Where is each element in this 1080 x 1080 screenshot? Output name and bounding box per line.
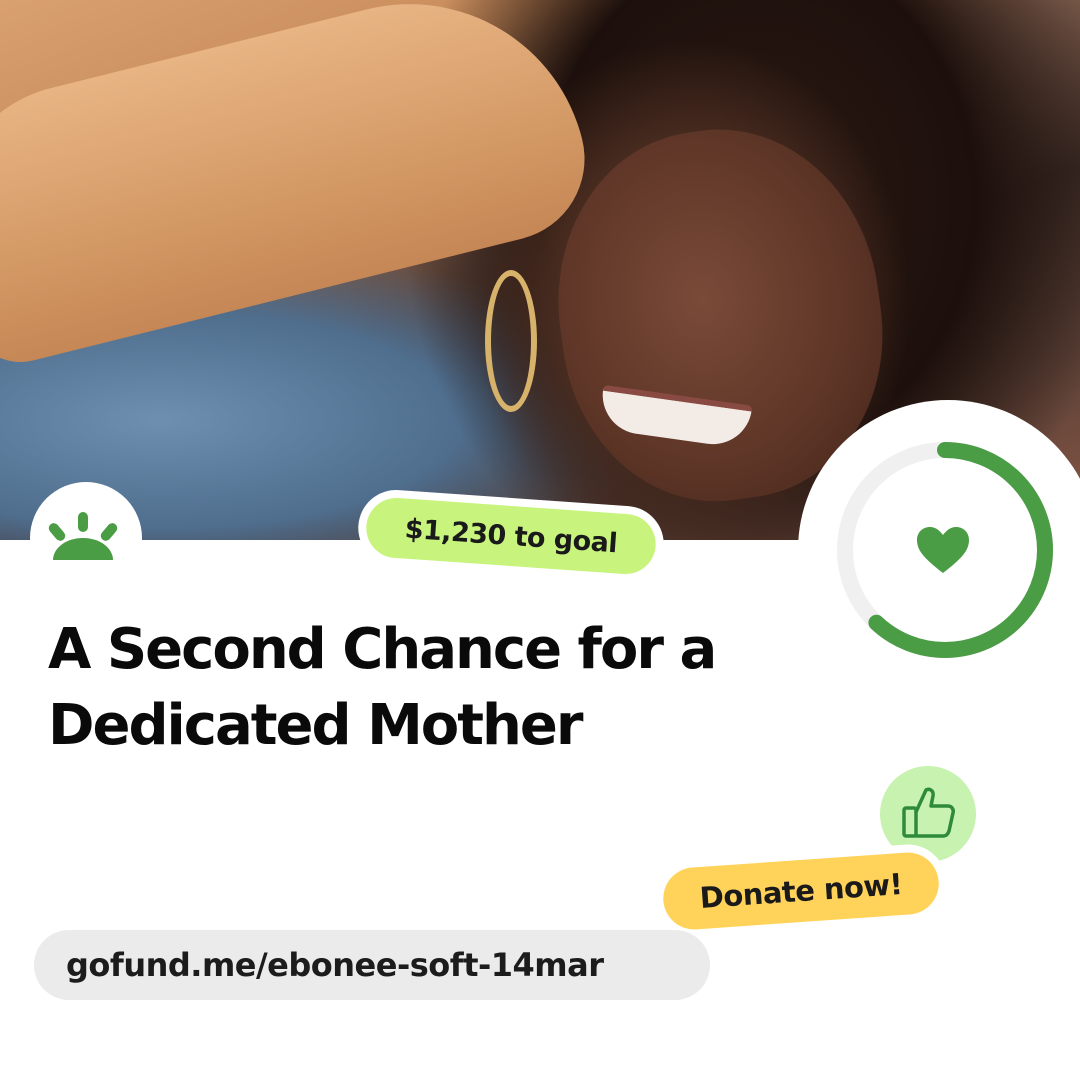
campaign-title: A Second Chance for a Dedicated Mother xyxy=(48,617,717,758)
goal-badge-label: $1,230 to goal xyxy=(364,495,658,577)
gofundme-logo-icon xyxy=(48,512,118,560)
thumbs-up-icon xyxy=(902,787,955,838)
donate-button-label[interactable]: Donate now! xyxy=(661,850,941,932)
campaign-url[interactable]: gofund.me/ebonee-soft-14mar xyxy=(34,930,710,1000)
donate-button[interactable]: Donate now! xyxy=(652,841,950,941)
photo-earring xyxy=(485,270,537,412)
heart-icon xyxy=(917,527,969,573)
